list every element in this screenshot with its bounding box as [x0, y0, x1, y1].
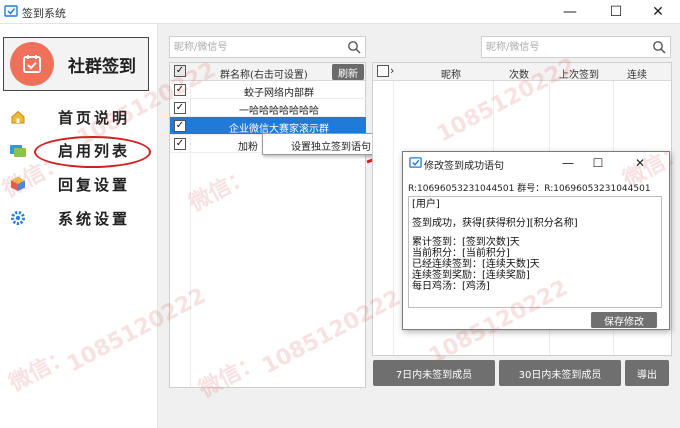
sidebar-item-system-settings[interactable]: 系统设置 — [8, 205, 148, 231]
window-title: 签到系统 — [22, 7, 66, 20]
row-checkbox[interactable]: ✓ — [174, 84, 186, 96]
dialog-title: 修改签到成功语句 — [424, 161, 504, 172]
context-menu-item-set-sign-text[interactable]: 设置独立签到语句 — [291, 138, 371, 153]
highlight-circle — [34, 136, 151, 168]
group-list-panel: ✓ 群名称(右击可设置) 刷新 ✓ 蛟子网络内部群 ✓ 一哈哈哈哈哈哈哈 ✓ 企… — [169, 62, 366, 388]
group-search-input[interactable] — [170, 37, 341, 57]
sidebar-item-label: 首页说明 — [58, 108, 131, 127]
text-line: [用户] — [412, 199, 440, 210]
member-search-box[interactable] — [481, 36, 671, 58]
sidebar: 社群签到 首页说明 启用列表 回复设置 系统设置 — [0, 24, 158, 428]
seven-day-unsigned-button[interactable]: 7日内未签到成员 — [373, 360, 495, 386]
cube-icon — [8, 174, 28, 194]
sign-button-label: 社群签到 — [68, 56, 136, 77]
home-icon — [8, 107, 28, 127]
group-name: 蛟子网络内部群 — [244, 88, 314, 99]
minimize-button[interactable]: — — [548, 0, 592, 24]
app-logo-icon — [4, 5, 18, 17]
group-list-header: ✓ 群名称(右击可设置) 刷新 — [170, 63, 365, 81]
group-name: 一哈哈哈哈哈哈哈 — [239, 106, 319, 117]
maximize-button[interactable]: ☐ — [594, 0, 638, 24]
sidebar-item-reply-settings[interactable]: 回复设置 — [8, 171, 148, 197]
text-line: 累计签到：[签到次数]天 — [412, 237, 520, 248]
gear-icon — [8, 208, 28, 228]
dialog-title-bar: 修改签到成功语句 — ☐ ✕ — [403, 152, 669, 174]
text-line — [412, 210, 658, 218]
sign-text-editor[interactable]: [用户] 签到成功，获得[获得积分][积分名称] 累计签到：[签到次数]天 当前… — [408, 196, 662, 308]
last-sign-column-header: 上次签到 — [559, 70, 599, 81]
streak-column-header: 连续 — [627, 70, 647, 81]
text-line: 连续签到奖励：[连续奖励] — [412, 270, 530, 281]
group-name-column-header: 群名称(右击可设置) — [220, 70, 308, 81]
text-line: 当前积分：[当前积分] — [412, 248, 510, 259]
member-list-header: › 昵称 次数 上次签到 连续 — [373, 63, 671, 81]
sidebar-item-label: 回复设置 — [58, 175, 131, 194]
table-row[interactable]: ✓ 蛟子网络内部群 — [170, 81, 366, 99]
row-checkbox[interactable]: ✓ — [174, 102, 186, 114]
group-search-box[interactable] — [169, 36, 366, 58]
search-icon[interactable] — [347, 40, 361, 54]
thirty-day-unsigned-button[interactable]: 30日内未签到成员 — [499, 360, 621, 386]
row-checkbox[interactable]: ✓ — [174, 120, 186, 132]
text-line: 已经连续签到：[连续天数]天 — [412, 259, 540, 270]
calendar-check-icon — [10, 42, 54, 86]
count-column-header: 次数 — [509, 70, 529, 81]
text-line: 每日鸡汤：[鸡汤] — [412, 281, 490, 292]
community-sign-button[interactable]: 社群签到 — [3, 37, 149, 91]
row-checkbox[interactable]: ✓ — [174, 138, 186, 150]
column-divider — [393, 81, 394, 355]
select-all-checkbox[interactable] — [377, 65, 389, 77]
refresh-button[interactable]: 刷新 — [332, 64, 364, 80]
select-all-checkbox[interactable]: ✓ — [174, 65, 186, 77]
text-line: 签到成功，获得[获得积分][积分名称] — [412, 218, 578, 229]
sidebar-item-label: 系统设置 — [58, 209, 131, 228]
save-changes-button[interactable]: 保存修改 — [591, 312, 657, 328]
close-button[interactable]: ✕ — [636, 0, 680, 24]
text-line — [412, 229, 658, 237]
edit-sign-text-dialog: 修改签到成功语句 — ☐ ✕ R:10696053231044501 群号：R:… — [402, 151, 670, 330]
group-icon — [8, 140, 28, 160]
nickname-column-header: 昵称 — [441, 70, 461, 81]
sidebar-item-home[interactable]: 首页说明 — [8, 104, 148, 130]
export-button[interactable]: 導出 — [625, 360, 669, 386]
dialog-id-info: R:10696053231044501 群号：R:106960532310445… — [408, 184, 651, 194]
title-bar: 签到系统 — ☐ ✕ — [0, 0, 680, 24]
dialog-minimize-button[interactable]: — — [553, 152, 583, 174]
expand-arrow-icon: › — [390, 64, 395, 77]
dialog-maximize-button[interactable]: ☐ — [583, 152, 613, 174]
app-logo-icon — [409, 157, 422, 168]
search-icon[interactable] — [652, 40, 666, 54]
member-search-input[interactable] — [482, 37, 646, 57]
table-row[interactable]: ✓ 一哈哈哈哈哈哈哈 — [170, 99, 366, 117]
dialog-close-button[interactable]: ✕ — [625, 152, 655, 174]
